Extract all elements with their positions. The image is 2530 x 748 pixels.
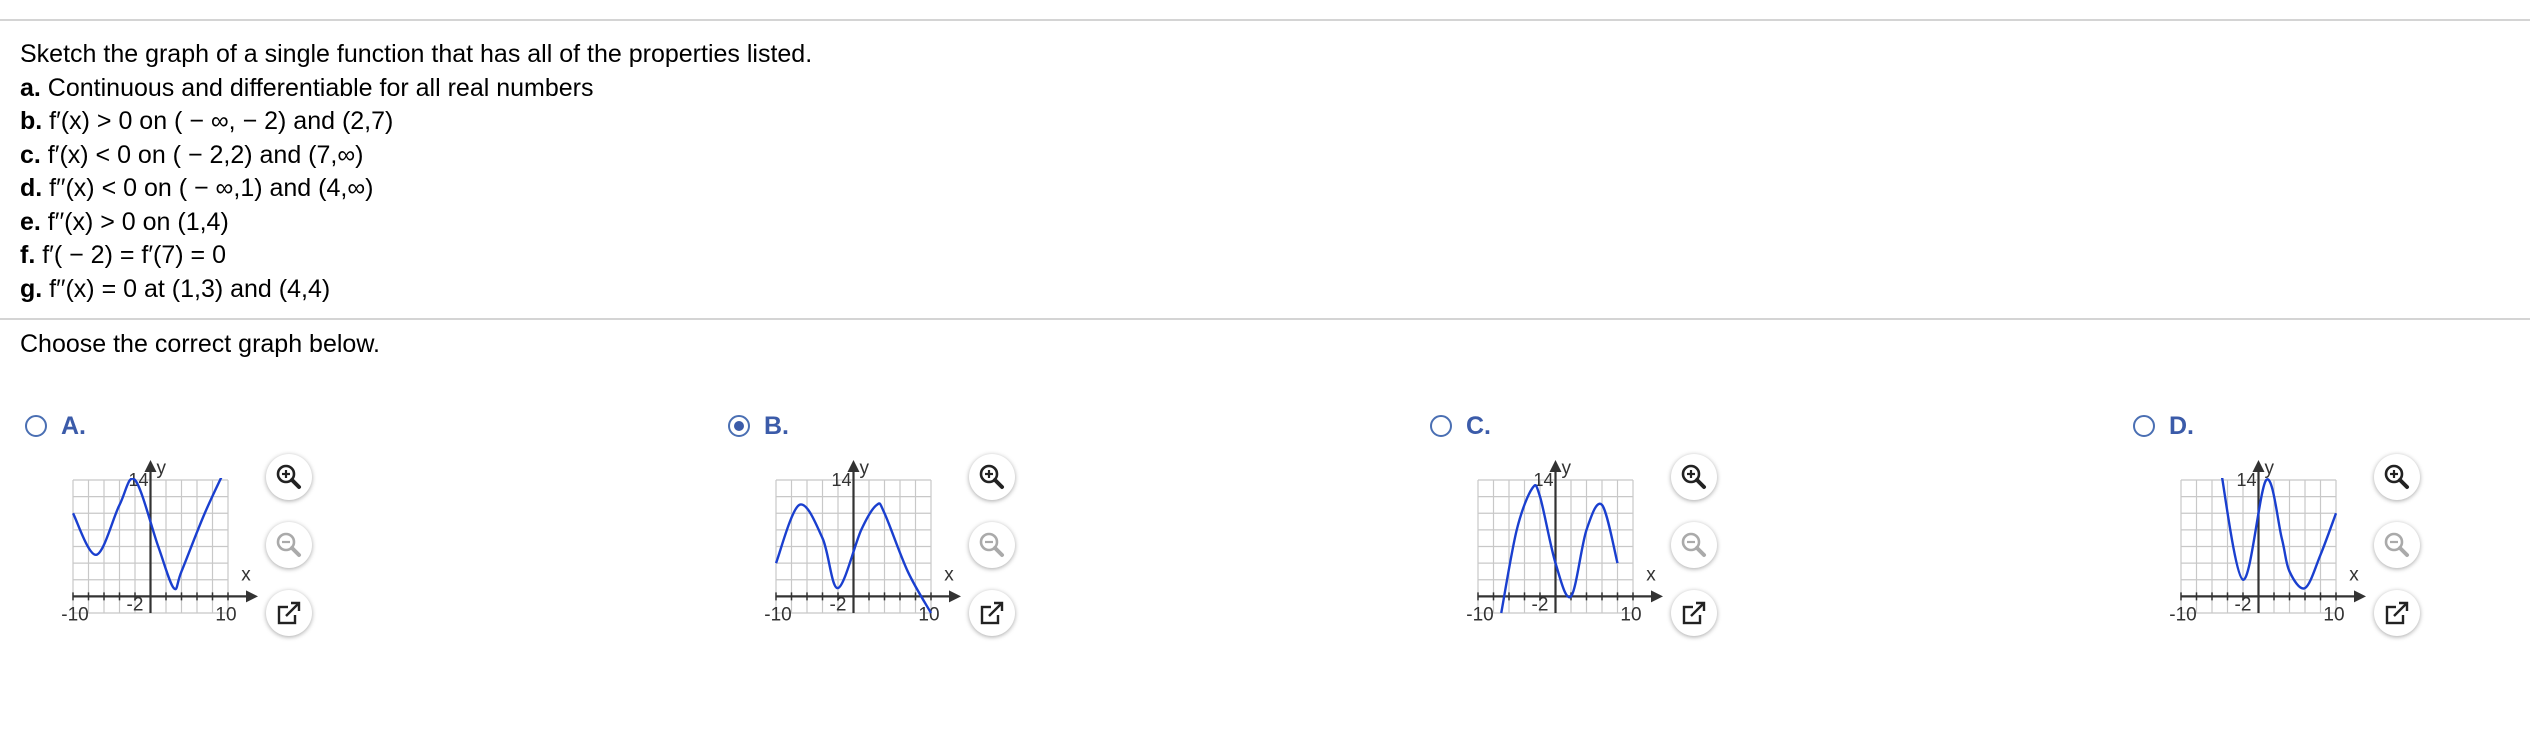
zoom-out-icon [979, 532, 1004, 557]
x-axis-arrow [2354, 590, 2366, 603]
problem-intro: Sketch the graph of a single function th… [20, 40, 813, 68]
popout-icon [980, 601, 1005, 625]
zoom-in-button[interactable] [1671, 454, 1717, 500]
radio-selected-dot [734, 421, 744, 431]
function-curve [1500, 484, 1619, 614]
x-max-label: 10 [2323, 604, 2344, 625]
zoom-in-button[interactable] [2374, 454, 2420, 500]
popout-button[interactable] [2374, 590, 2420, 636]
property-c: c. f′(x) < 0 on ( − 2,2) and (7,∞) [20, 140, 364, 169]
zoom-in-button[interactable] [266, 454, 312, 500]
property-d: d. f′′(x) < 0 on ( − ∞,1) and (4,∞) [20, 174, 374, 202]
radio-button[interactable] [1430, 415, 1452, 437]
radio-button[interactable] [2133, 415, 2155, 437]
x-min-label: -10 [2169, 604, 2196, 625]
x-axis-label: x [241, 564, 251, 585]
x-tick-label: -2 [127, 594, 144, 615]
zoom-in-button[interactable] [969, 454, 1015, 500]
x-axis-label: x [2349, 564, 2359, 585]
zoom-in-icon [2384, 464, 2409, 489]
x-axis-arrow [949, 590, 961, 603]
x-axis-label: x [944, 564, 954, 585]
x-axis-arrow [1651, 590, 1663, 603]
y-max-label: 14 [2236, 470, 2256, 490]
x-max-label: 10 [1620, 604, 1641, 625]
zoom-in-icon [979, 464, 1004, 489]
problem-statement: Sketch the graph of a single function th… [20, 38, 812, 306]
zoom-out-button[interactable] [2374, 522, 2420, 568]
popout-button[interactable] [1671, 590, 1717, 636]
x-tick-label: -2 [1532, 594, 1549, 615]
zoom-out-button[interactable] [1671, 522, 1717, 568]
radio-button[interactable] [728, 415, 750, 437]
property-f: f. f′( − 2) = f′(7) = 0 [20, 241, 226, 269]
choice-letter[interactable]: C. [1466, 412, 1491, 441]
x-max-label: 10 [215, 604, 236, 625]
graph-thumbnail: yx14-10 -2 10 [764, 458, 961, 625]
x-axis-label: x [1646, 564, 1656, 585]
top-divider [0, 19, 2530, 21]
x-axis-arrow [246, 590, 258, 603]
popout-button[interactable] [969, 590, 1015, 636]
y-axis-label: y [157, 458, 167, 479]
popout-icon [1682, 601, 1707, 625]
choice-letter[interactable]: D. [2169, 412, 2194, 441]
y-axis-label: y [1562, 458, 1572, 479]
x-min-label: -10 [61, 604, 88, 625]
x-min-label: -10 [1466, 604, 1493, 625]
x-tick-label: -2 [830, 594, 847, 615]
popout-icon [277, 601, 302, 625]
prompt-text: Choose the correct graph below. [20, 330, 380, 358]
y-max-label: 14 [831, 470, 851, 490]
graph-thumbnail: yx14-10 -2 10 [61, 458, 258, 625]
popout-button[interactable] [266, 590, 312, 636]
radio-button[interactable] [25, 415, 47, 437]
property-b: b. f′(x) > 0 on ( − ∞, − 2) and (2,7) [20, 107, 394, 135]
zoom-out-icon [1681, 532, 1706, 557]
zoom-out-button[interactable] [266, 522, 312, 568]
property-a: a. Continuous and differentiable for all… [20, 73, 594, 102]
graph-thumbnail: y x 14 -10 -2 10 [2169, 458, 2366, 625]
property-g: g. f′′(x) = 0 at (1,3) and (4,4) [20, 274, 331, 303]
property-e: e. f′′(x) > 0 on (1,4) [20, 207, 229, 236]
choice-letter[interactable]: B. [764, 412, 789, 441]
x-min-label: -10 [764, 604, 791, 625]
zoom-out-button[interactable] [969, 522, 1015, 568]
zoom-in-icon [1681, 464, 1706, 489]
middle-divider [0, 318, 2530, 320]
zoom-out-icon [276, 532, 301, 557]
popout-icon [2385, 601, 2410, 625]
y-axis-label: y [860, 458, 870, 479]
choice-letter[interactable]: A. [61, 412, 86, 441]
zoom-in-icon [276, 464, 301, 489]
graph-thumbnail: yx14-10 -2 10 [1466, 458, 1663, 625]
zoom-out-icon [2384, 532, 2409, 557]
y-axis-label: y [2265, 458, 2275, 479]
x-tick-label: -2 [2235, 594, 2252, 615]
